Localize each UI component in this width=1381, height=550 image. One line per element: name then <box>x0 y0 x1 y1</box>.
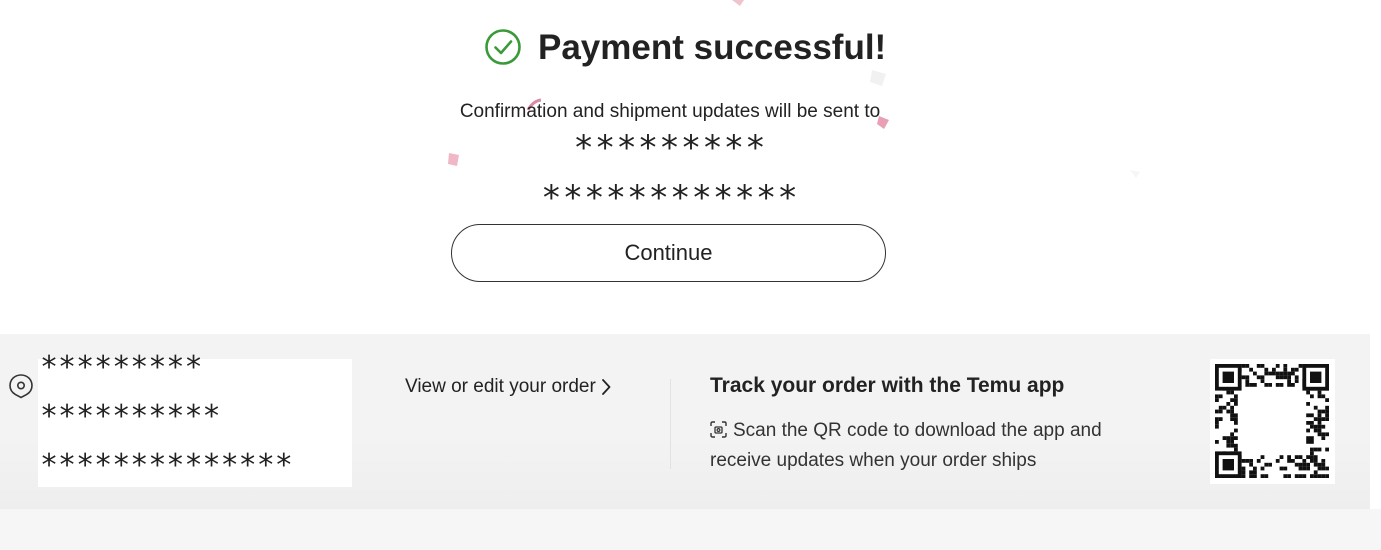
view-edit-order-label: View or edit your order <box>405 376 596 397</box>
masked-contact-1: ********* <box>573 128 767 168</box>
payment-header: Payment successful! <box>0 26 1381 72</box>
qr-code-icon <box>1215 364 1329 478</box>
scan-icon <box>710 421 727 438</box>
qr-code <box>1210 359 1335 484</box>
address-line: ********* <box>40 350 203 385</box>
divider <box>670 379 671 469</box>
track-order-title: Track your order with the Temu app <box>710 374 1065 397</box>
view-edit-order-link[interactable]: View or edit your order <box>405 376 612 398</box>
address-line: ************** <box>40 448 293 483</box>
continue-button[interactable]: Continue <box>451 224 886 282</box>
footer-strip <box>0 509 1381 550</box>
check-circle-icon <box>485 29 521 65</box>
masked-contact-2: ************ <box>541 178 799 218</box>
scan-text: Scan the QR code to download the app and… <box>710 420 1102 471</box>
order-info-panel: ********* ********** ************** View… <box>0 334 1370 509</box>
confirmation-text: Confirmation and shipment updates will b… <box>459 101 881 122</box>
shipping-address: ********* ********** ************** <box>38 351 352 487</box>
scan-instructions: Scan the QR code to download the app and… <box>710 416 1150 476</box>
chevron-right-icon <box>601 379 611 395</box>
location-icon <box>9 374 33 399</box>
address-line: ********** <box>40 399 221 434</box>
page-title: Payment successful! <box>538 28 887 67</box>
